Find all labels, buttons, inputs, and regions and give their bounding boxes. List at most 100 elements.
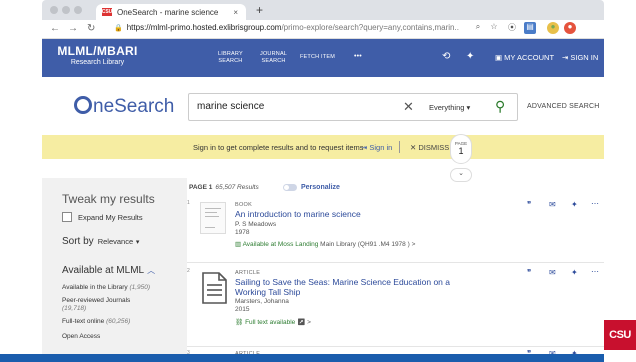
account-card-icon: ▣ <box>495 53 505 62</box>
dismiss-button[interactable]: ✕ DISMISS <box>410 143 449 152</box>
nav-label-line1: LIBRARY <box>218 51 243 57</box>
search-area: neSearch marine science ✕ Everything ▾ ⚲… <box>42 77 604 135</box>
profile-avatar-icon[interactable]: ● <box>547 22 559 34</box>
thumbnail-line <box>205 208 221 209</box>
nav-label-line1: FETCH ITEM <box>300 54 335 60</box>
cite-icon[interactable]: ❞ <box>527 349 531 354</box>
url-field[interactable]: 🔒 https://mlml-primo.hosted.exlibrisgroup… <box>114 23 459 32</box>
nav-label-line1: JOURNAL <box>260 51 288 57</box>
forward-icon[interactable]: → <box>68 23 78 34</box>
reload-icon[interactable]: ↻ <box>87 23 95 34</box>
more-actions-icon[interactable]: ⋯ <box>591 199 599 208</box>
onesearch-logo[interactable]: neSearch <box>74 96 174 118</box>
facet-available-library[interactable]: Available in the Library (1,950) <box>62 284 182 292</box>
pin-icon[interactable]: ✦ <box>571 268 578 277</box>
browser-tabbar: CSU OneSearch - marine science × + <box>42 0 604 20</box>
more-actions-icon[interactable]: ⋯ <box>591 267 599 276</box>
book-thumbnail[interactable] <box>200 202 226 234</box>
url-host: https://mlml-primo.hosted.exlibrisgroup.… <box>126 23 282 32</box>
chevron-down-icon: ▾ <box>466 103 471 112</box>
nav-journal-search[interactable]: JOURNAL SEARCH <box>260 51 287 65</box>
result-author: P. S Meadows <box>235 221 277 228</box>
chevron-down-icon: ⌄ <box>458 170 464 177</box>
header-sign-in-button[interactable]: ⇥ SIGN IN <box>562 53 598 62</box>
result-divider <box>187 262 604 263</box>
results-list: PAGE 1 65,507 Results Personalize 1 BOOK … <box>187 178 604 354</box>
page-indicator: PAGE 1 <box>450 134 472 164</box>
result-type: ARTICLE <box>235 270 261 276</box>
result-item: 3 ARTICLE ❞ ✉ ✦ <box>187 349 604 354</box>
facet-full-text[interactable]: Full-text online (60,256) <box>62 318 182 326</box>
facet-peer-reviewed[interactable]: Peer-reviewed Journals (19,718) <box>62 297 182 313</box>
sort-by-control[interactable]: Sort by Relevance ▾ <box>62 236 139 247</box>
back-icon[interactable]: ← <box>50 23 60 34</box>
facet-label: Full-text online <box>62 318 105 325</box>
url-path: /primo-explore/search?query=any,contains… <box>281 23 459 32</box>
chevron-right-icon: > <box>411 241 416 248</box>
nav-fetch-item[interactable]: FETCH ITEM <box>300 54 335 61</box>
email-icon[interactable]: ✉ <box>549 349 556 354</box>
tab-close-icon[interactable]: × <box>233 8 238 17</box>
pin-icon[interactable]: ✦ <box>466 51 474 62</box>
nav-library-search[interactable]: LIBRARY SEARCH <box>218 51 243 65</box>
my-account-label: MY ACCOUNT <box>504 53 555 62</box>
pin-icon[interactable]: ✦ <box>571 349 578 354</box>
tab-title: OneSearch - marine science <box>117 7 219 17</box>
browser-tab[interactable]: CSU OneSearch - marine science × <box>96 4 246 20</box>
window-zoom-dot[interactable] <box>74 6 82 14</box>
article-document-icon[interactable] <box>201 272 227 304</box>
extension-red-icon[interactable]: ● <box>564 22 576 34</box>
cite-icon[interactable]: ❞ <box>527 200 531 209</box>
facet-group-title: Available at MLML <box>62 265 145 276</box>
thumbnail-line <box>205 227 215 228</box>
facet-label: Available in the Library <box>62 284 128 291</box>
history-icon[interactable]: ⟲ <box>442 51 450 62</box>
cite-icon[interactable]: ❞ <box>527 268 531 277</box>
email-icon[interactable]: ✉ <box>549 200 556 209</box>
scope-select[interactable]: Everything ▾ <box>429 103 470 112</box>
availability-location: Main Library (QH91 .M4 1978 ) <box>320 241 410 248</box>
email-icon[interactable]: ✉ <box>549 268 556 277</box>
notice-divider <box>399 141 400 153</box>
app-header: MLML/MBARI Research Library LIBRARY SEAR… <box>42 39 604 77</box>
personalize-label[interactable]: Personalize <box>301 184 340 191</box>
nav-label-line2: SEARCH <box>261 58 286 64</box>
nav-more-button[interactable]: ••• <box>354 53 362 60</box>
new-tab-button[interactable]: + <box>256 3 263 17</box>
slide-margin-left <box>0 0 42 362</box>
window-minimize-dot[interactable] <box>62 6 70 14</box>
my-account-button[interactable]: ▣ MY ACCOUNT <box>495 53 554 62</box>
window-close-dot[interactable] <box>50 6 58 14</box>
browser-window: CSU OneSearch - marine science × + ← → ↻… <box>42 0 604 354</box>
extension-icon[interactable]: ⦿ <box>506 22 518 34</box>
pin-icon[interactable]: ✦ <box>571 200 578 209</box>
facet-label: Peer-reviewed Journals <box>62 297 131 304</box>
csu-logo: CSU <box>604 320 636 350</box>
advanced-search-link[interactable]: ADVANCED SEARCH <box>527 103 600 110</box>
notice-sign-in-button[interactable]: ⇥ Sign in <box>361 143 392 152</box>
scroll-down-button[interactable]: ⌄ <box>450 168 472 182</box>
sign-in-notice: Sign in to get complete results and to r… <box>42 135 604 159</box>
search-box: marine science ✕ Everything ▾ ⚲ <box>188 93 518 121</box>
search-icon[interactable]: ⚲ <box>495 98 505 115</box>
extension-doc-icon[interactable]: ▤ <box>524 22 536 34</box>
thumbnail-line <box>205 212 217 213</box>
search-input[interactable]: marine science <box>197 101 264 112</box>
clear-search-icon[interactable]: ✕ <box>403 99 414 115</box>
result-title[interactable]: An introduction to marine science <box>235 209 475 219</box>
nav-label-line2: SEARCH <box>218 58 243 64</box>
result-type: ARTICLE <box>235 351 261 354</box>
facet-group-available[interactable]: Available at MLML ︿ <box>62 265 155 276</box>
result-number: 3 <box>187 350 190 354</box>
expand-results-checkbox[interactable]: Expand My Results <box>62 212 143 222</box>
library-brand[interactable]: MLML/MBARI Research Library <box>50 44 145 66</box>
facet-open-access[interactable]: Open Access <box>62 333 182 341</box>
availability-link[interactable]: ▥ Available at Moss Landing Main Library… <box>235 240 415 248</box>
full-text-link[interactable]: ⛓ Full text available ↗ > <box>235 318 311 326</box>
result-title[interactable]: Sailing to Save the Seas: Marine Science… <box>235 277 475 297</box>
bookmark-star-icon[interactable]: ☆ <box>488 22 500 34</box>
result-type: BOOK <box>235 202 253 208</box>
zoom-icon[interactable]: ⌕ <box>472 22 484 34</box>
personalize-toggle[interactable] <box>283 184 297 191</box>
external-link-icon: ↗ > <box>297 319 311 326</box>
